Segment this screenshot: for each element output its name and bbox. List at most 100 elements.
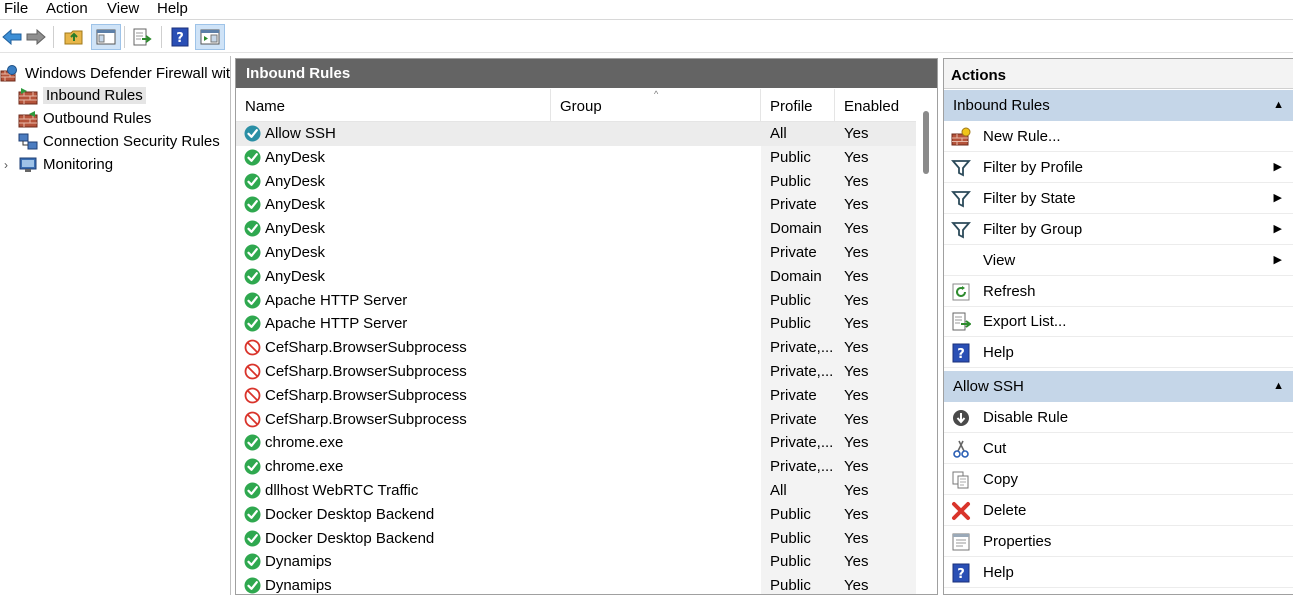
export-icon[interactable]	[130, 24, 154, 50]
action-section-header[interactable]: Allow SSH ▲	[944, 371, 1293, 403]
rule-profile: Public	[770, 291, 811, 309]
table-row[interactable]: AnyDesk Public Yes	[236, 145, 916, 170]
cut-icon	[951, 439, 971, 459]
action-new-rule[interactable]: New Rule...	[944, 121, 1293, 152]
table-row[interactable]: Docker Desktop Backend Public Yes	[236, 502, 916, 527]
table-row[interactable]: chrome.exe Private,... Yes	[236, 431, 916, 456]
show-hide-action-pane-icon[interactable]	[195, 24, 225, 50]
action-disable-rule[interactable]: Disable Rule	[944, 402, 1293, 434]
rule-name: Docker Desktop Backend	[265, 529, 435, 547]
table-row[interactable]: AnyDesk Private Yes	[236, 241, 916, 265]
action-help[interactable]: ? Help	[944, 337, 1293, 369]
allow-rule-icon	[244, 125, 261, 142]
tree-item-label: Inbound Rules	[43, 87, 146, 104]
table-row[interactable]: chrome.exe Private,... Yes	[236, 455, 916, 480]
action-cut[interactable]: Cut	[944, 433, 1293, 465]
action-copy[interactable]: Copy	[944, 464, 1293, 495]
action-view[interactable]: View ▶	[944, 245, 1293, 276]
table-row[interactable]: AnyDesk Domain Yes	[236, 264, 916, 289]
show-hide-tree-icon[interactable]	[91, 24, 121, 50]
rule-profile: Private	[770, 386, 817, 404]
table-row[interactable]: AnyDesk Public Yes	[236, 169, 916, 194]
action-section-header[interactable]: Inbound Rules ▲	[944, 90, 1293, 121]
vertical-scrollbar[interactable]	[918, 89, 937, 594]
rule-profile: Domain	[770, 267, 822, 285]
block-rule-icon	[244, 387, 261, 404]
copy-icon	[951, 470, 971, 490]
tree-root[interactable]: Windows Defender Firewall with	[0, 62, 230, 85]
allow-rule-icon	[244, 220, 261, 237]
table-row[interactable]: CefSharp.BrowserSubprocess Private Yes	[236, 407, 916, 432]
up-folder-icon[interactable]	[62, 24, 86, 50]
rule-profile: Public	[770, 577, 811, 595]
allow-rule-icon	[244, 244, 261, 261]
action-filter-by-state[interactable]: Filter by State ▶	[944, 183, 1293, 214]
table-row[interactable]: Dynamips Public Yes	[236, 574, 916, 595]
scrollbar-thumb[interactable]	[923, 111, 929, 174]
connection-security-icon	[18, 133, 38, 149]
table-row[interactable]: Docker Desktop Backend Public Yes	[236, 526, 916, 551]
table-row[interactable]: Allow SSH All Yes	[236, 122, 916, 146]
rule-enabled: Yes	[844, 244, 869, 261]
table-row[interactable]: CefSharp.BrowserSubprocess Private,... Yes	[236, 360, 916, 384]
action-help[interactable]: ? Help	[944, 557, 1293, 588]
tree-item-outbound-rules[interactable]: Outbound Rules	[18, 107, 151, 130]
table-row[interactable]: AnyDesk Domain Yes	[236, 217, 916, 242]
rule-name: CefSharp.BrowserSubprocess	[265, 339, 467, 357]
tree-item-inbound-rules[interactable]: Inbound Rules	[18, 84, 146, 107]
action-label: View	[983, 251, 1016, 269]
action-delete[interactable]: Delete	[944, 495, 1293, 526]
firewall-icon	[0, 64, 17, 81]
action-export-list[interactable]: Export List...	[944, 306, 1293, 338]
action-label: Refresh	[983, 282, 1036, 300]
column-header-profile[interactable]: Profile	[761, 89, 835, 122]
rule-profile: Private,...	[770, 363, 834, 380]
table-row[interactable]: CefSharp.BrowserSubprocess Private,... Yes	[236, 336, 916, 361]
table-row[interactable]: Apache HTTP Server Public Yes	[236, 288, 916, 313]
rule-name: AnyDesk	[265, 148, 326, 166]
table-row[interactable]: AnyDesk Private Yes	[236, 193, 916, 218]
svg-text:?: ?	[176, 31, 184, 46]
table-row[interactable]: Dynamips Public Yes	[236, 550, 916, 575]
action-section-title: Allow SSH	[953, 378, 1024, 396]
action-filter-by-group[interactable]: Filter by Group ▶	[944, 214, 1293, 245]
menu-view[interactable]: View	[107, 0, 139, 17]
submenu-arrow-icon: ▶	[1273, 222, 1282, 235]
action-properties[interactable]: Properties	[944, 526, 1293, 557]
allow-rule-icon	[244, 434, 261, 451]
table-row[interactable]: Apache HTTP Server Public Yes	[236, 312, 916, 337]
action-refresh[interactable]: Refresh	[944, 276, 1293, 307]
action-label: Disable Rule	[983, 409, 1069, 427]
column-header-name[interactable]: Name	[236, 89, 551, 122]
forward-icon[interactable]	[24, 24, 48, 50]
disable-rule-icon	[951, 408, 971, 428]
tree-item-connection-security-rules[interactable]: Connection Security Rules	[18, 130, 220, 153]
rule-profile: Public	[770, 529, 811, 547]
table-row[interactable]: dllhost WebRTC Traffic All Yes	[236, 479, 916, 503]
rule-enabled: Yes	[844, 410, 869, 428]
menu-action[interactable]: Action	[46, 0, 88, 17]
back-icon[interactable]	[0, 24, 24, 50]
rule-name: Docker Desktop Backend	[265, 505, 435, 523]
expand-chevron-icon[interactable]: ›	[4, 158, 18, 172]
allow-rule-icon	[244, 482, 261, 499]
menu-file[interactable]: File	[4, 0, 28, 17]
allow-rule-icon	[244, 292, 261, 309]
rule-profile: Public	[770, 553, 811, 571]
collapse-arrow-icon[interactable]: ▲	[1273, 90, 1284, 121]
rule-enabled: Yes	[844, 553, 869, 571]
tree-item-monitoring[interactable]: › Monitoring	[4, 153, 113, 176]
action-filter-by-profile[interactable]: Filter by Profile ▶	[944, 152, 1293, 183]
menu-help[interactable]: Help	[157, 0, 188, 17]
column-header-enabled[interactable]: Enabled	[835, 89, 916, 122]
collapse-arrow-icon[interactable]: ▲	[1273, 371, 1284, 402]
table-row[interactable]: CefSharp.BrowserSubprocess Private Yes	[236, 383, 916, 408]
help-icon[interactable]: ?	[168, 24, 192, 50]
rule-name: Apache HTTP Server	[265, 315, 408, 333]
filter-icon	[951, 158, 971, 178]
rule-enabled: Yes	[844, 577, 869, 595]
rule-enabled: Yes	[844, 505, 869, 523]
rule-name: AnyDesk	[265, 244, 326, 261]
rule-name: AnyDesk	[265, 220, 326, 238]
rule-profile: Private,...	[770, 458, 834, 476]
